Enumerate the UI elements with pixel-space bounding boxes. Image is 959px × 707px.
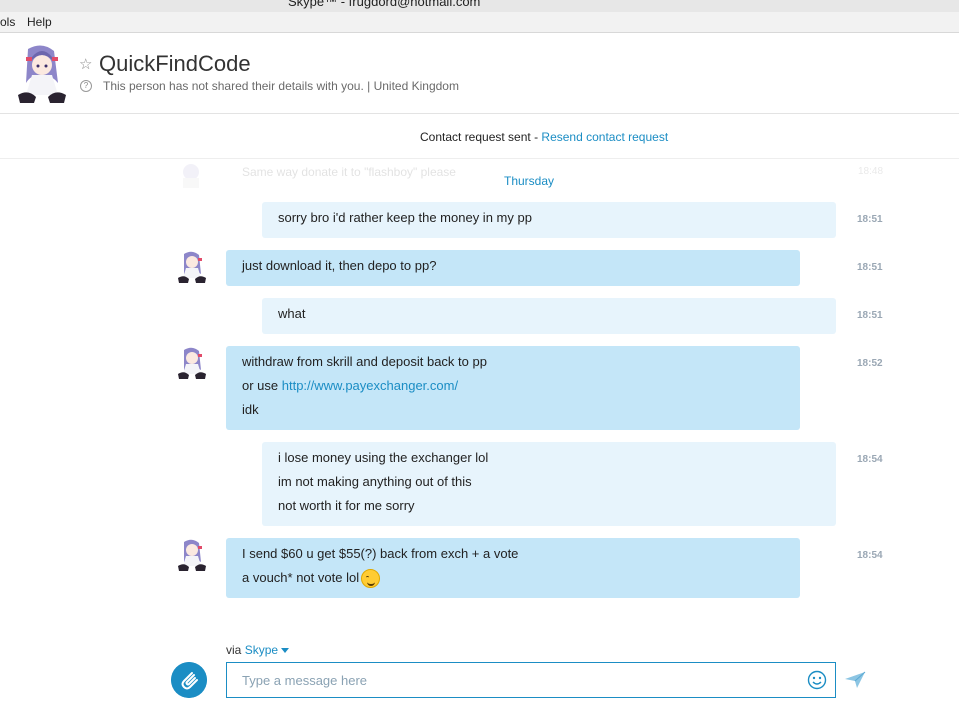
contact-status: This person has not shared their details… — [103, 79, 459, 93]
message-text: what — [278, 306, 306, 321]
message-text: just download it, then depo to pp? — [242, 258, 437, 273]
star-icon[interactable]: ☆ — [79, 55, 92, 73]
faded-avatar — [183, 164, 199, 188]
resend-request-link[interactable]: Resend contact request — [541, 130, 668, 144]
message-text: im not making anything out of this — [278, 474, 472, 489]
contact-avatar[interactable] — [14, 43, 70, 105]
message-text-content: a vouch* not vote lol — [242, 570, 360, 585]
message-text: I send $60 u get $55(?) back from exch +… — [242, 546, 519, 561]
message-time: 18:54 — [857, 454, 883, 465]
message-text: a vouch* not vote lol — [242, 566, 784, 590]
conversation-area[interactable]: Same way donate it to "flashboy" please … — [0, 160, 959, 640]
contact-header: ☆ QuickFindCode ? This person has not sh… — [0, 33, 959, 114]
message-link[interactable]: http://www.payexchanger.com/ — [282, 378, 458, 393]
message-bubble-outgoing[interactable]: what — [262, 298, 836, 334]
contact-request-text: Contact request sent - Resend contact re… — [420, 130, 668, 144]
faded-message-time: 18:48 — [858, 166, 884, 177]
via-service-dropdown[interactable]: Skype — [245, 643, 278, 657]
paper-plane-icon[interactable] — [844, 670, 866, 690]
menu-tools[interactable]: ols — [0, 15, 15, 29]
day-separator: Thursday — [504, 174, 555, 188]
sender-avatar[interactable] — [176, 250, 208, 284]
grin-emoji-icon — [361, 569, 381, 589]
info-icon: ? — [80, 80, 92, 92]
menu-bar: ols Help — [0, 12, 959, 33]
message-bubble-outgoing[interactable]: i lose money using the exchanger lol im … — [262, 442, 836, 526]
message-time: 18:51 — [857, 310, 883, 321]
message-bubble-outgoing[interactable]: sorry bro i'd rather keep the money in m… — [262, 202, 836, 238]
message-time: 18:52 — [857, 358, 883, 369]
contact-request-bar: Contact request sent - Resend contact re… — [0, 115, 959, 159]
message-time: 18:51 — [857, 214, 883, 225]
message-text: or use http://www.payexchanger.com/ — [242, 374, 784, 398]
request-status-label: Contact request sent - — [420, 130, 542, 144]
message-text: not worth it for me sorry — [278, 498, 415, 513]
message-bubble-incoming[interactable]: withdraw from skrill and deposit back to… — [226, 346, 800, 430]
message-input[interactable] — [226, 662, 836, 698]
message-text: sorry bro i'd rather keep the money in m… — [278, 210, 532, 225]
chevron-down-icon[interactable] — [281, 648, 290, 654]
via-selector: via Skype — [226, 643, 290, 657]
message-time: 18:54 — [857, 550, 883, 561]
message-text: withdraw from skrill and deposit back to… — [242, 354, 487, 369]
message-text: idk — [242, 402, 259, 417]
title-bar: Skype™ - frugdord@hotmail.com — [0, 0, 959, 12]
window-title: Skype™ - frugdord@hotmail.com — [288, 0, 481, 9]
menu-help[interactable]: Help — [27, 15, 52, 29]
sender-avatar[interactable] — [176, 538, 208, 572]
message-bubble-incoming[interactable]: just download it, then depo to pp? — [226, 250, 800, 286]
message-time: 18:51 — [857, 262, 883, 273]
smiley-icon[interactable] — [807, 670, 827, 690]
message-text-prefix: or use — [242, 378, 282, 393]
message-text: i lose money using the exchanger lol — [278, 450, 489, 465]
message-bubble-incoming[interactable]: I send $60 u get $55(?) back from exch +… — [226, 538, 800, 598]
paperclip-icon[interactable] — [171, 662, 207, 698]
via-label: via — [226, 643, 245, 657]
sender-avatar[interactable] — [176, 346, 208, 380]
faded-message-text: Same way donate it to "flashboy" please — [242, 165, 456, 179]
contact-name: QuickFindCode — [99, 51, 251, 76]
